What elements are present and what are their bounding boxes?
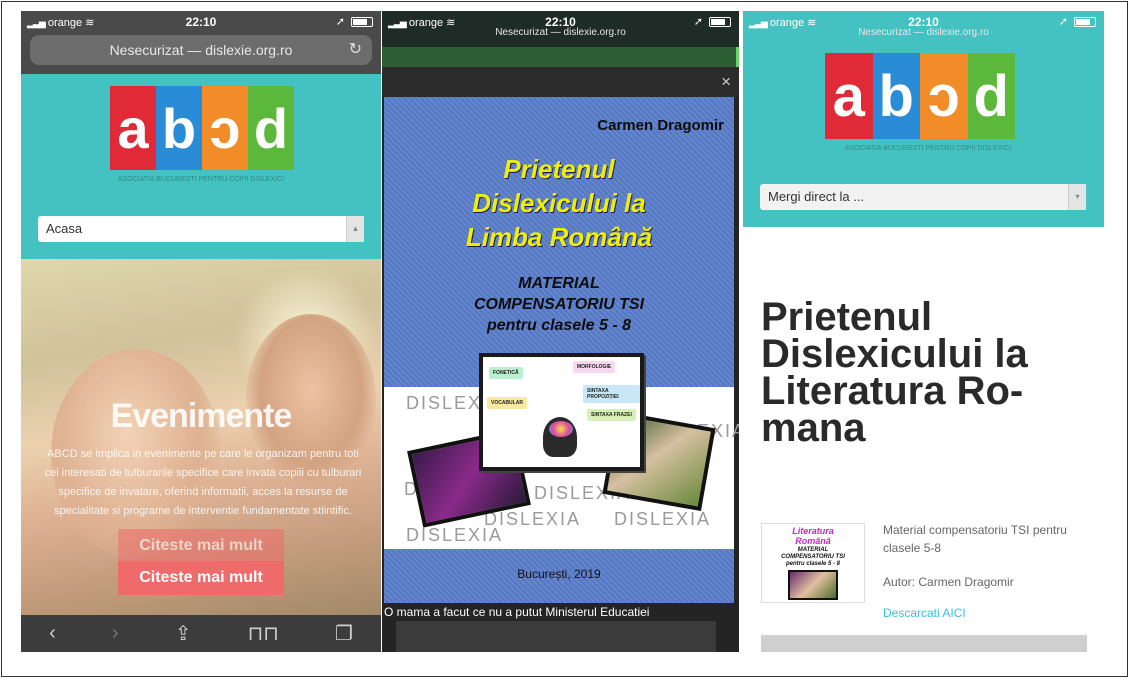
thumb-subtitle-line: MATERIAL	[797, 547, 829, 553]
dislexia-word: DISLEXIA	[614, 509, 712, 529]
mind-node: FONETICĂ	[489, 367, 523, 379]
thumb-title-line: Literatura	[792, 526, 834, 536]
bookmarks-icon[interactable]: ⊓⊓	[248, 621, 279, 646]
book-author: Autor: Carmen Dragomir	[883, 575, 1014, 589]
mind-node: VOCABULAR	[487, 397, 527, 409]
nav-select[interactable]: Acasa ▲	[38, 216, 364, 242]
content-block	[761, 635, 1087, 652]
nav-select[interactable]: Mergi direct la ... ▾	[760, 184, 1086, 210]
forward-icon[interactable]: ›	[112, 622, 119, 645]
url-text[interactable]: Nesecurizat — dislexie.org.ro	[382, 27, 739, 38]
book-title-line: Prietenul	[503, 154, 615, 184]
chevron-down-icon: ▾	[1068, 184, 1086, 210]
site-header: ▂▃▅ orange ≋ 22:10 ➚ Nesecurizat — disle…	[743, 11, 1104, 227]
browser-chrome: ▂▃▅ orange ≋ 22:10 ➚ Nesecurizat — disle…	[382, 11, 739, 47]
nav-select-value: Acasa	[46, 221, 83, 236]
battery-icon	[1074, 17, 1096, 27]
phone-screen-book-cover: ▂▃▅ orange ≋ 22:10 ➚ Nesecurizat — disle…	[382, 11, 739, 652]
site-header: a b ɔ d ASOCIATIA BUCURESTI PENTRU COPII…	[21, 74, 381, 259]
book-cover-image: Carmen Dragomir Prietenul Dislexicului l…	[384, 97, 739, 603]
thumb-title: Literatura Română	[762, 526, 864, 546]
browser-chrome: ▂▃▅ orange ≋ 22:10 ➚ Nesecurizat — disle…	[21, 11, 381, 74]
image-caption: O mama a facut ce nu a putut Ministerul …	[384, 605, 650, 619]
thumb-subtitle: MATERIAL COMPENSATORIU TSI pentru clasel…	[762, 547, 864, 568]
thumb-subtitle-line: pentru clasele 5 - 8	[785, 561, 841, 567]
book-title-line: Limba Română	[465, 222, 653, 252]
back-icon[interactable]: ‹	[49, 622, 56, 645]
dislexia-word: DISLEXIA	[406, 525, 504, 545]
book-author: Carmen Dragomir	[597, 117, 724, 134]
logo-letter-b: b	[156, 86, 202, 170]
mind-node: SINTAXA FRAZEI	[587, 409, 636, 421]
page-title-line: Literatura Ro-	[761, 369, 1024, 413]
abcd-logo[interactable]: a b ɔ d	[110, 86, 294, 170]
page-title-line: Dislexicului la	[761, 332, 1028, 376]
mind-node: SINTAXA PROPOZIȚIEI	[583, 385, 640, 403]
book-subtitle-line: MATERIAL	[518, 275, 600, 292]
location-icon: ➚	[335, 16, 345, 28]
battery-icon	[351, 17, 373, 27]
events-hero: Evenimente ABCD se implica in evenimente…	[21, 259, 381, 615]
phone-screen-article: ▂▃▅ orange ≋ 22:10 ➚ Nesecurizat — disle…	[743, 11, 1104, 652]
chevron-down-icon: ▲	[346, 216, 364, 242]
thumb-title-line: Română	[795, 536, 831, 546]
browser-toolbar: ‹ › ⇪ ⊓⊓ ❐	[21, 615, 381, 652]
battery-icon	[709, 17, 731, 27]
book-subtitle-line: COMPENSATORIU TSI	[473, 296, 645, 313]
book-title-line: Dislexicului la	[472, 188, 646, 218]
brain-head-icon	[543, 417, 577, 457]
lightbox-bar: ×	[382, 67, 739, 97]
logo-letter-c: ɔ	[202, 86, 248, 170]
thumb-subtitle-line: COMPENSATORIU TSI	[781, 554, 845, 560]
phone-screen-home: ▂▃▅ orange ≋ 22:10 ➚ Nesecurizat — disle…	[21, 11, 381, 652]
logo-letter-a: a	[110, 86, 156, 170]
book-description: Material compensatoriu TSI pentru clasel…	[883, 523, 1067, 555]
read-more-button-2[interactable]: Citeste mai mult	[118, 561, 284, 595]
book-city-year: București, 2019	[517, 567, 601, 581]
status-bar: ▂▃▅ orange ≋ 22:10 ➚	[21, 11, 381, 33]
url-text[interactable]: Nesecurizat — dislexie.org.ro	[743, 27, 1104, 38]
book-thumbnail[interactable]: Literatura Română MATERIAL COMPENSATORIU…	[761, 523, 865, 603]
download-link[interactable]: Descarcati AICI	[883, 604, 1088, 622]
abcd-logo[interactable]: a b ɔ d	[825, 53, 1015, 139]
book-subtitle-line: pentru clasele 5 - 8	[486, 317, 632, 334]
org-name: ASOCIATIA BUCURESTI PENTRU COPII DISLEXI…	[117, 176, 285, 183]
logo-letter-a: a	[825, 53, 873, 139]
book-subtitle: MATERIAL COMPENSATORIU TSI pentru clasel…	[384, 273, 734, 336]
book-title: Prietenul Dislexicului la Limba Română	[384, 152, 734, 254]
logo-letter-d: d	[248, 86, 294, 170]
page-title: Prietenul Dislexicului la Literatura Ro-…	[761, 295, 1091, 450]
tabs-icon[interactable]: ❐	[335, 621, 353, 646]
url-text: Nesecurizat — dislexie.org.ro	[109, 42, 293, 58]
nav-select-value: Mergi direct la ...	[768, 189, 865, 204]
thumb-photo	[788, 570, 838, 600]
share-icon[interactable]: ⇪	[175, 621, 192, 646]
logo-letter-d: d	[967, 53, 1015, 139]
page-title-line: mana	[761, 406, 866, 450]
hero-title: Evenimente	[110, 397, 293, 435]
url-bar[interactable]: Nesecurizat — dislexie.org.ro ↻	[30, 35, 372, 65]
status-time: 22:10	[185, 15, 217, 29]
read-more-button-1[interactable]: Citeste mai mult	[118, 529, 284, 563]
mind-node: MORFOLOGIE	[573, 361, 616, 373]
hero-text: ABCD se implica in evenimente pe care le…	[44, 448, 362, 517]
reload-icon[interactable]: ↻	[349, 35, 362, 65]
logo-letter-b: b	[872, 53, 920, 139]
org-name: ASOCIATIA BUCURESTI PENTRU COPII DISLEXI…	[844, 145, 1012, 152]
close-icon[interactable]: ×	[721, 72, 731, 92]
page-strip	[382, 47, 739, 67]
mind-map-image: FONETICĂ MORFOLOGIE SINTAXA PROPOZIȚIEI …	[479, 353, 644, 471]
logo-letter-c: ɔ	[920, 53, 968, 139]
page-title-line: Prietenul	[761, 295, 933, 339]
page-background	[396, 621, 716, 652]
